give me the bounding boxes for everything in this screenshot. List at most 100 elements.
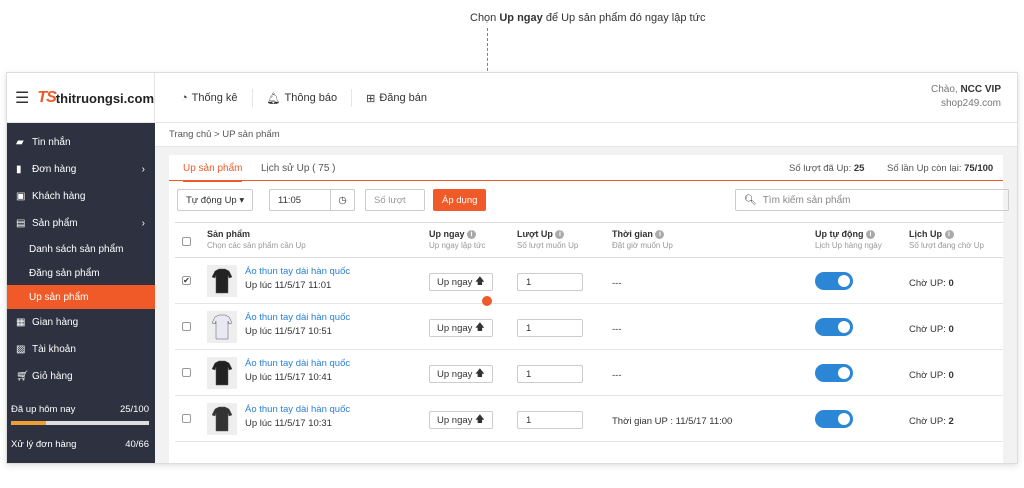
chevron-right-icon: › [141, 164, 145, 175]
stat-up-today: Đã up hôm nay 25/100 [7, 404, 155, 425]
up-progress-bar [11, 421, 149, 425]
user-greeting[interactable]: Chào, NCC VIP shop249.com [931, 83, 1001, 111]
info-icon: i [866, 230, 876, 240]
select-all-checkbox[interactable] [182, 237, 191, 246]
count-input[interactable]: Số lượt [365, 189, 425, 211]
toggle-knob [838, 275, 850, 287]
product-thumbnail [207, 265, 237, 297]
up-time-text: --- [612, 324, 622, 335]
row-checkbox[interactable] [182, 322, 191, 331]
clock-icon[interactable]: ◷ [330, 190, 354, 210]
up-now-label: Up ngay [437, 276, 473, 288]
auto-up-dropdown[interactable]: Tự động Up ▾ [177, 189, 254, 211]
sidebar-sub-post-product[interactable]: Đăng sản phẩm [7, 261, 155, 285]
row-checkbox[interactable] [182, 368, 191, 377]
time-input[interactable]: 11:05 ◷ [269, 189, 355, 211]
stat-value: 40/66 [125, 439, 149, 450]
pie-chart-icon: ◔ [181, 92, 188, 104]
app-window: ☰ TS thitruongsi.com ◔ Thống kê 🔔︎ Thông… [6, 72, 1018, 464]
top-bar: ☰ TS thitruongsi.com ◔ Thống kê 🔔︎ Thông… [7, 73, 1017, 123]
product-name-link[interactable]: Áo thun tay dài hàn quốc [245, 312, 350, 323]
product-name-link[interactable]: Áo thun tay dài hàn quốc [245, 358, 350, 369]
store-icon: ▦ [16, 317, 26, 328]
product-name-link[interactable]: Áo thun tay dài hàn quốc [245, 404, 350, 415]
sidebar-item-label: Gian hàng [32, 317, 79, 328]
table-row: Áo thun tay dài hàn quốc Up lúc 11/5/17 1… [175, 396, 1003, 442]
search-input[interactable]: 🔍︎ Tìm kiếm sản phẩm [735, 189, 1009, 211]
hamburger-menu-icon[interactable]: ☰ [15, 88, 29, 108]
arrow-up-icon: 🡅 [475, 322, 485, 333]
products-table: Sản phẩm Chọn các sản phẩm cần Up Up ngay… [175, 222, 1003, 442]
nav-statistics[interactable]: ◔ Thống kê [167, 89, 253, 107]
breadcrumb: Trang chủ > UP sản phẩm [155, 123, 1017, 147]
col-schedule: Lịch Up i Số lượt đang chờ Up [909, 229, 984, 250]
product-thumbnail [207, 311, 237, 343]
greeting-shop: shop249.com [940, 98, 1001, 109]
up-now-button[interactable]: Up ngay 🡅 [429, 319, 493, 337]
up-time-text: --- [612, 278, 622, 289]
contacts-icon: ▣ [16, 191, 26, 202]
arrow-up-icon: 🡅 [475, 276, 485, 287]
sidebar-item-label: Sản phẩm [32, 218, 78, 229]
tab-up-history[interactable]: Lịch sử Up ( 75 ) [261, 163, 336, 174]
sidebar-item-orders[interactable]: ▮ Đơn hàng › [7, 156, 155, 183]
main-content: Trang chủ > UP sản phẩm Up sản phẩm Lịch… [155, 123, 1017, 463]
sidebar-item-products[interactable]: ▤ Sản phẩm › [7, 210, 155, 237]
schedule-status: Chờ UP: 2 [909, 416, 954, 427]
greeting-hello: Chào, [930, 84, 961, 95]
brand: ☰ TS thitruongsi.com [7, 73, 155, 123]
sidebar-sub-up-product[interactable]: Up sản phẩm [7, 285, 155, 309]
nav-post[interactable]: ⊞ Đăng bán [352, 89, 441, 107]
stat-value: 25/100 [119, 404, 149, 415]
schedule-status: Chờ UP: 0 [909, 278, 954, 289]
apply-button[interactable]: Áp dụng [433, 189, 487, 211]
sidebar-item-messages[interactable]: ▰ Tin nhắn [7, 129, 155, 156]
info-icon: i [944, 230, 954, 240]
sidebar-item-customers[interactable]: ▣ Khách hàng [7, 183, 155, 210]
sidebar-item-account[interactable]: ▨ Tài khoản [7, 336, 155, 363]
toggle-knob [838, 413, 850, 425]
stat-orders: Xử lý đơn hàng 40/66 [7, 439, 155, 450]
up-count-input[interactable]: 1 [517, 411, 583, 429]
schedule-status: Chờ UP: 0 [909, 370, 954, 381]
col-count: Lượt Up i Số lượt muốn Up [517, 229, 579, 250]
annotation-bold: Up ngay [499, 12, 543, 24]
auto-up-toggle[interactable] [815, 410, 853, 428]
auto-up-toggle[interactable] [815, 272, 853, 290]
sidebar-sub-product-list[interactable]: Danh sách sản phẩm [7, 237, 155, 261]
toggle-knob [838, 321, 850, 333]
document-icon: ▮ [16, 164, 22, 175]
search-icon: 🔍︎ [744, 194, 757, 206]
sidebar-item-store[interactable]: ▦ Gian hàng [7, 309, 155, 336]
up-count-input[interactable]: 1 [517, 319, 583, 337]
row-checkbox[interactable] [182, 414, 191, 423]
bell-icon: 🔔︎ [266, 92, 281, 105]
table-header: Sản phẩm Chọn các sản phẩm cần Up Up ngay… [175, 222, 1003, 258]
nav-notifications-label: Thông báo [284, 92, 338, 104]
auto-up-toggle[interactable] [815, 318, 853, 336]
up-count-input[interactable]: 1 [517, 273, 583, 291]
up-count-input[interactable]: 1 [517, 365, 583, 383]
up-now-button[interactable]: Up ngay 🡅 [429, 273, 493, 291]
stat-label: Xử lý đơn hàng [11, 439, 77, 450]
up-now-label: Up ngay [437, 322, 473, 334]
logo-text: thitruongsi.com [55, 90, 155, 106]
sidebar-item-cart[interactable]: 🛒︎ Giỏ hàng [7, 363, 155, 390]
product-name-link[interactable]: Áo thun tay dài hàn quốc [245, 266, 350, 277]
up-now-button[interactable]: Up ngay 🡅 [429, 365, 493, 383]
nav-notifications[interactable]: 🔔︎ Thông báo [253, 89, 353, 107]
col-product: Sản phẩm Chọn các sản phẩm cần Up [207, 229, 306, 250]
tab-up-product[interactable]: Up sản phẩm [183, 163, 243, 182]
up-progress-fill [11, 421, 46, 425]
plus-square-icon: ⊞ [366, 92, 376, 105]
auto-up-toggle[interactable] [815, 364, 853, 382]
annotation-prefix: Chọn [470, 12, 500, 24]
product-uptime: Up lúc 11/5/17 10:51 [245, 326, 332, 337]
time-value: 11:05 [278, 194, 302, 206]
stat-label: Đã up hôm nay [11, 404, 76, 415]
up-now-button[interactable]: Up ngay 🡅 [429, 411, 493, 429]
sidebar-item-label: Tin nhắn [32, 137, 71, 148]
logo-icon: TS [37, 89, 56, 106]
row-checkbox[interactable]: ✔ [182, 276, 191, 285]
toggle-knob [838, 367, 850, 379]
